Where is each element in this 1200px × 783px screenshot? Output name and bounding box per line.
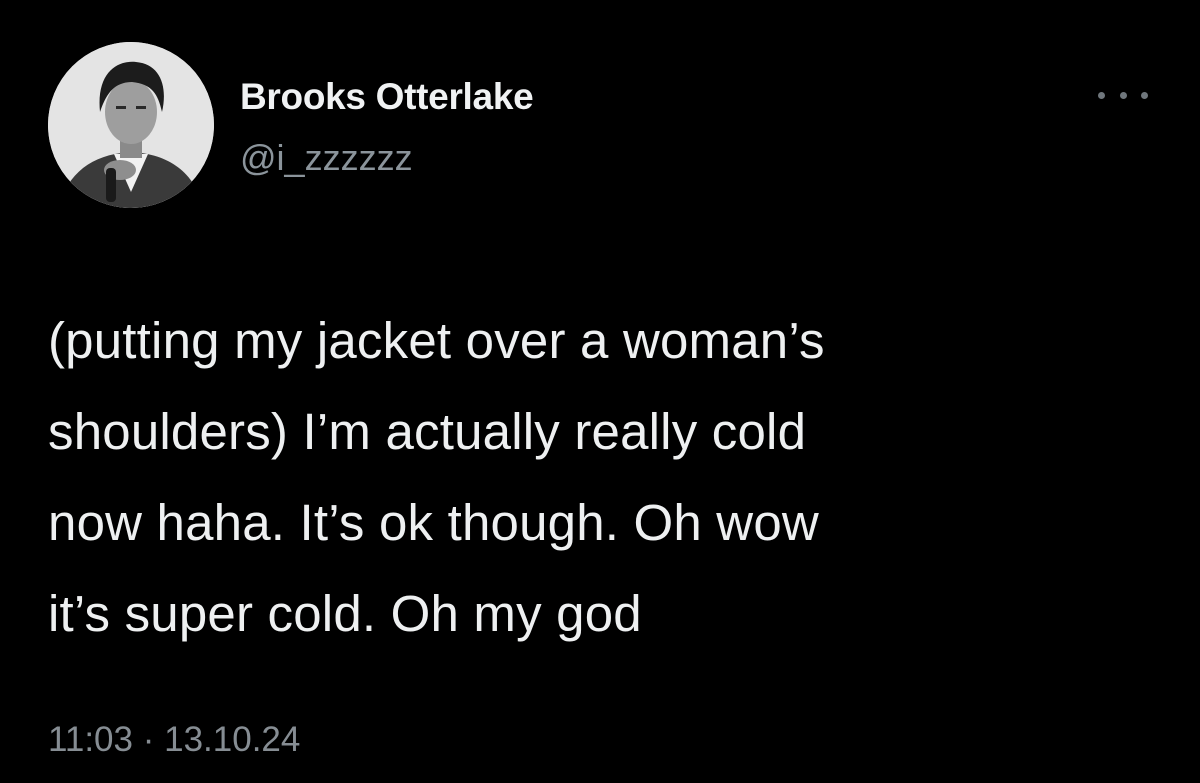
tweet-text-line: (putting my jacket over a woman’s: [48, 312, 825, 369]
more-options-button[interactable]: [1098, 80, 1148, 110]
tweet-timestamp[interactable]: 11:03 · 13.10.24: [48, 720, 300, 760]
more-options-icon: [1119, 91, 1127, 99]
tweet-text: (putting my jacket over a woman’s should…: [48, 295, 1158, 659]
more-options-icon: [1141, 91, 1148, 99]
author-handle[interactable]: @i_zzzzzz: [240, 137, 413, 179]
tweet-text-line: shoulders) I’m actually really cold: [48, 403, 807, 460]
tweet-time: 11:03: [48, 720, 133, 759]
tweet-date: 13.10.24: [164, 720, 301, 759]
author-display-name[interactable]: Brooks Otterlake: [240, 76, 534, 118]
meta-separator: ·: [133, 720, 165, 759]
author-avatar[interactable]: [48, 42, 214, 208]
tweet-text-line: now haha. It’s ok though. Oh wow: [48, 494, 819, 551]
avatar-photo-icon: [48, 42, 214, 208]
more-options-icon: [1098, 91, 1105, 99]
tweet-card: Brooks Otterlake @i_zzzzzz (putting my j…: [0, 0, 1200, 783]
tweet-text-line: it’s super cold. Oh my god: [48, 585, 642, 642]
